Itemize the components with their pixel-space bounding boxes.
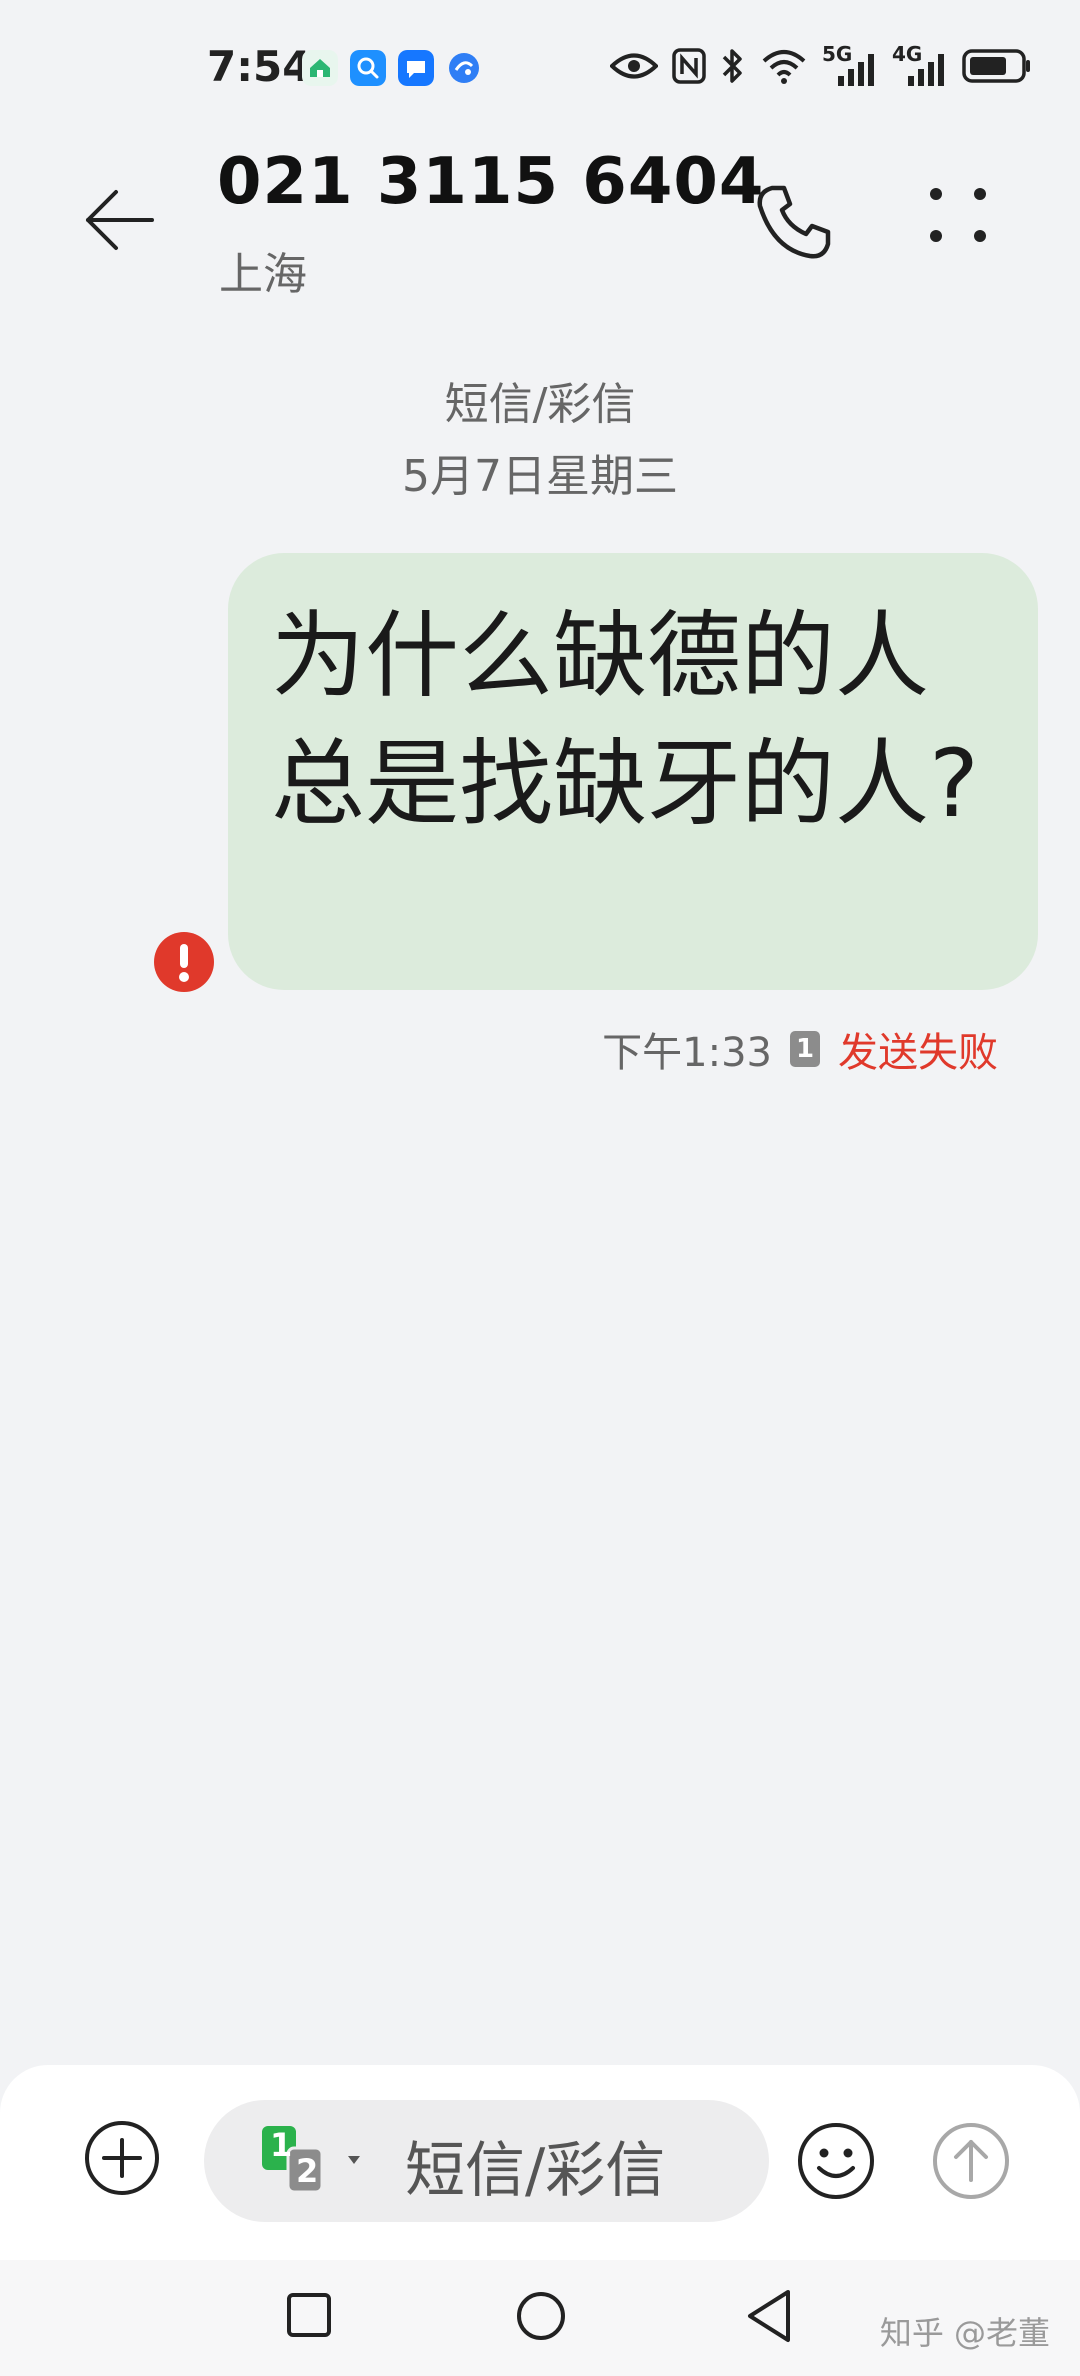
back-arrow-icon[interactable]	[80, 180, 160, 260]
messaging-screen: 7:54 5G 4G 021 3115 6404 上海 短信/彩信 5月7日星期…	[0, 0, 1080, 2376]
conversation-date: 5月7日星期三	[402, 451, 678, 502]
send-failed-status[interactable]: 发送失败	[838, 1020, 998, 1078]
message-time: 下午1:33	[602, 1030, 772, 1076]
contact-location: 上海	[219, 249, 307, 300]
bluetooth-icon	[722, 49, 742, 83]
5g-signal-icon: 5G	[822, 42, 878, 86]
more-options-icon[interactable]	[918, 182, 998, 262]
status-indicators: 5G 4G	[610, 42, 1032, 86]
browser-app-icon	[449, 53, 479, 83]
battery-icon	[962, 49, 1030, 83]
sim-switch-button[interactable]: 1 2	[262, 2126, 362, 2196]
4g-signal-icon: 4G	[892, 42, 948, 86]
status-app-icons	[302, 50, 482, 86]
status-time: 7:54	[207, 42, 312, 91]
search-app-icon	[350, 50, 386, 86]
conversation-type: 短信/彩信	[444, 379, 636, 430]
input-placeholder: 短信/彩信	[405, 2136, 666, 2206]
watermark: 知乎 @老董	[879, 2314, 1050, 2352]
nfc-icon	[672, 48, 706, 84]
contact-number-title: 021 3115 6404	[217, 145, 765, 219]
send-icon[interactable]	[932, 2122, 1010, 2200]
sim-card-badge: 1	[790, 1031, 820, 1067]
home-icon[interactable]	[515, 2290, 567, 2342]
message-text: 为什么缺德的人总是找缺牙的人?	[271, 602, 979, 839]
send-error-icon[interactable]	[153, 931, 215, 993]
emoji-icon[interactable]	[797, 2122, 875, 2200]
add-attachment-icon[interactable]	[84, 2120, 160, 2196]
sim-secondary-number: 2	[296, 2152, 319, 2190]
nav-back-icon[interactable]	[744, 2288, 794, 2344]
message-meta: 下午1:33 1 发送失败	[602, 1020, 998, 1078]
sim-primary-number: 1	[270, 2126, 293, 2164]
chat-app-icon	[398, 50, 434, 86]
status-bar: 7:54 5G 4G	[0, 0, 1080, 140]
home-app-icon	[302, 50, 338, 86]
message-bubble[interactable]: 为什么缺德的人总是找缺牙的人?	[228, 553, 1038, 990]
phone-call-icon[interactable]	[752, 180, 836, 264]
eye-icon	[610, 53, 658, 79]
chevron-down-icon	[348, 2156, 360, 2164]
wifi-icon	[762, 50, 806, 84]
recent-apps-icon[interactable]	[286, 2292, 332, 2338]
